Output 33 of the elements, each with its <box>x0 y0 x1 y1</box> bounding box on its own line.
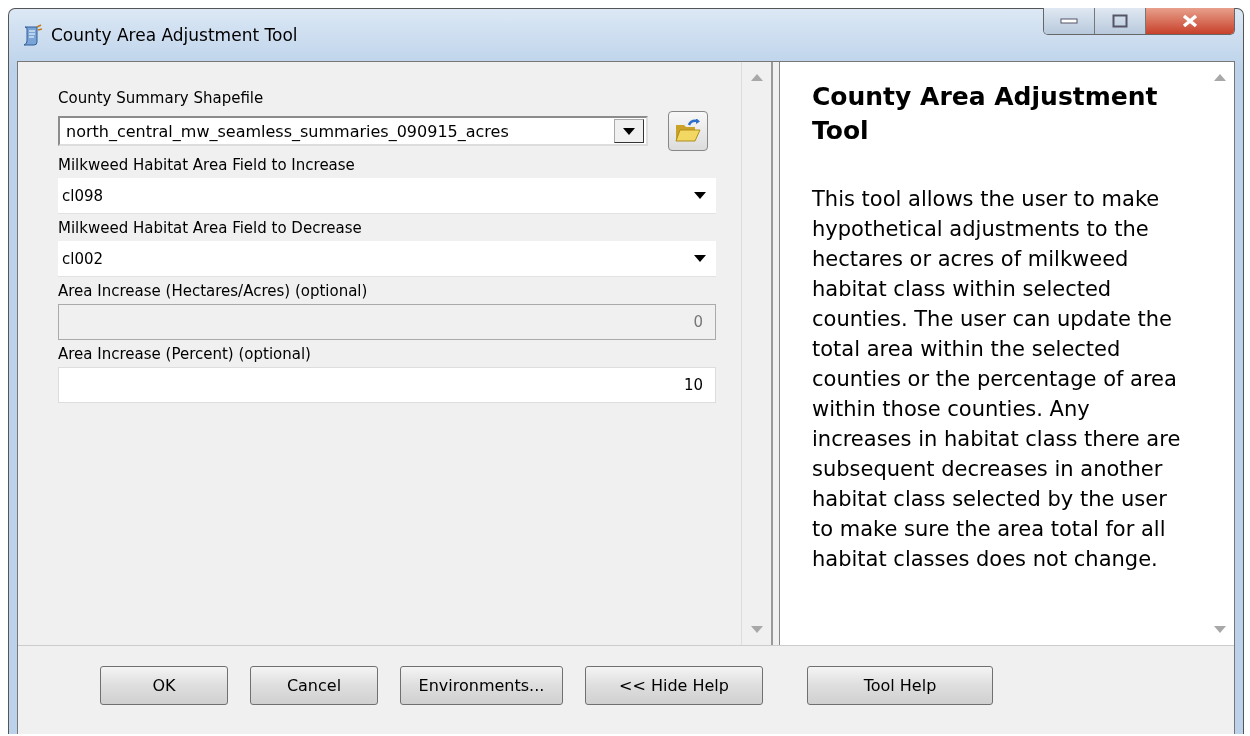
minimize-icon <box>1060 18 1078 24</box>
browse-button[interactable] <box>668 111 708 151</box>
close-icon <box>1181 14 1199 28</box>
dialog-button[interactable]: Tool Help <box>807 666 993 705</box>
minimize-button[interactable] <box>1044 8 1095 34</box>
scroll-down-icon[interactable] <box>1214 626 1226 633</box>
dialog-button[interactable]: Cancel <box>250 666 378 705</box>
parameter-label: Area Increase (Percent) (optional) <box>58 345 311 363</box>
dialog-button[interactable]: Environments... <box>400 666 563 705</box>
folder-icon <box>675 119 701 143</box>
field-dropdown[interactable]: cl002 <box>58 241 716 277</box>
dropdown-arrow-icon <box>694 255 706 262</box>
dialog-button[interactable]: << Hide Help <box>585 666 763 705</box>
scroll-up-icon[interactable] <box>750 74 763 81</box>
shapefile-combo[interactable]: north_central_mw_seamless_summaries_090915_acres <box>58 116 648 146</box>
dropdown-arrow-icon <box>623 127 635 135</box>
field-dropdown[interactable]: cl098 <box>58 178 716 214</box>
help-text: This tool allows the user to make hypothetical adjustments to the hectares or acres of milkweed habitat class within selected counties. The user can update the total area within the selected counties or the percentage of area within those counties. Any increases in habitat class there are subsequent decreases in another habitat class selected by the user to make sure the area total for all habitat classes does not change. <box>812 186 1182 573</box>
help-title: County Area Adjustment Tool <box>812 81 1159 147</box>
close-button[interactable] <box>1146 8 1234 34</box>
scroll-down-icon[interactable] <box>750 626 763 633</box>
dialog-button[interactable]: OK <box>100 666 228 705</box>
parameter-label: Area Increase (Hectares/Acres) (optional) <box>58 282 368 300</box>
maximize-button[interactable] <box>1095 8 1146 34</box>
script-scroll-icon <box>21 24 43 46</box>
window-title: County Area Adjustment Tool <box>51 25 298 45</box>
parameter-label: County Summary Shapefile <box>58 89 264 107</box>
maximize-icon <box>1112 14 1128 28</box>
dropdown-arrow-icon <box>694 192 706 199</box>
scroll-up-icon[interactable] <box>1214 74 1226 81</box>
parameter-label: Milkweed Habitat Area Field to Decrease <box>58 219 362 237</box>
number-input-field[interactable]: 10 <box>58 367 716 403</box>
parameter-label: Milkweed Habitat Area Field to Increase <box>58 156 355 174</box>
